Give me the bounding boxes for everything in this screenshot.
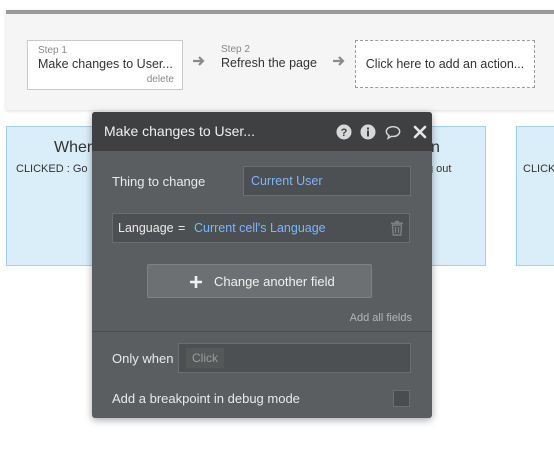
breakpoint-checkbox[interactable] [393,390,410,407]
step-1-card[interactable]: Step 1 Make changes to User... delete [27,40,183,90]
step-2-title: Refresh the page [221,56,317,70]
field-change-row[interactable]: Language = Current cell's Language [112,213,410,243]
popup-title: Make changes to User... [104,123,255,139]
event-subtitle: CLICK [523,163,554,175]
svg-text:?: ? [341,127,348,139]
step-1-delete-link[interactable]: delete [147,74,174,85]
event-subtitle: CLICKED : Go [16,163,88,175]
arrow-right-icon [193,56,205,66]
divider [92,331,432,332]
field-value[interactable]: Current cell's Language [194,221,326,235]
breakpoint-label: Add a breakpoint in debug mode [112,391,300,406]
only-when-placeholder: Click [186,348,224,368]
plus-icon [190,276,202,288]
step-2-number: Step 2 [221,44,250,55]
workflow-steps-bar: Step 1 Make changes to User... delete St… [6,10,554,110]
field-operator: = [178,221,186,235]
only-when-label: Only when [112,351,174,366]
help-icon[interactable]: ? [336,124,352,140]
event-card[interactable]: CLICK [516,126,554,266]
close-icon[interactable] [412,124,428,140]
info-icon[interactable] [360,124,376,140]
event-heading: When [54,139,96,156]
change-another-field-label: Change another field [214,274,335,289]
comment-icon[interactable] [385,124,401,140]
only-when-condition-field[interactable]: Click [178,343,411,373]
change-another-field-button[interactable]: Change another field [147,264,372,298]
step-2-card[interactable]: Step 2 Refresh the page [211,40,339,90]
step-1-number: Step 1 [38,45,67,56]
add-action-button[interactable]: Click here to add an action... [355,40,535,88]
arrow-right-icon [333,56,345,66]
step-1-title: Make changes to User... [38,57,173,71]
add-all-fields-link[interactable]: Add all fields [350,312,412,324]
field-name: Language [118,221,174,235]
thing-to-change-field[interactable]: Current User [243,166,411,196]
event-heading-fragment: n [431,139,440,156]
trash-icon[interactable] [390,220,404,236]
popup-header[interactable]: Make changes to User... ? [92,112,432,151]
thing-to-change-label: Thing to change [112,174,206,189]
action-editor-popup: Make changes to User... ? Thing to chang… [92,112,432,418]
